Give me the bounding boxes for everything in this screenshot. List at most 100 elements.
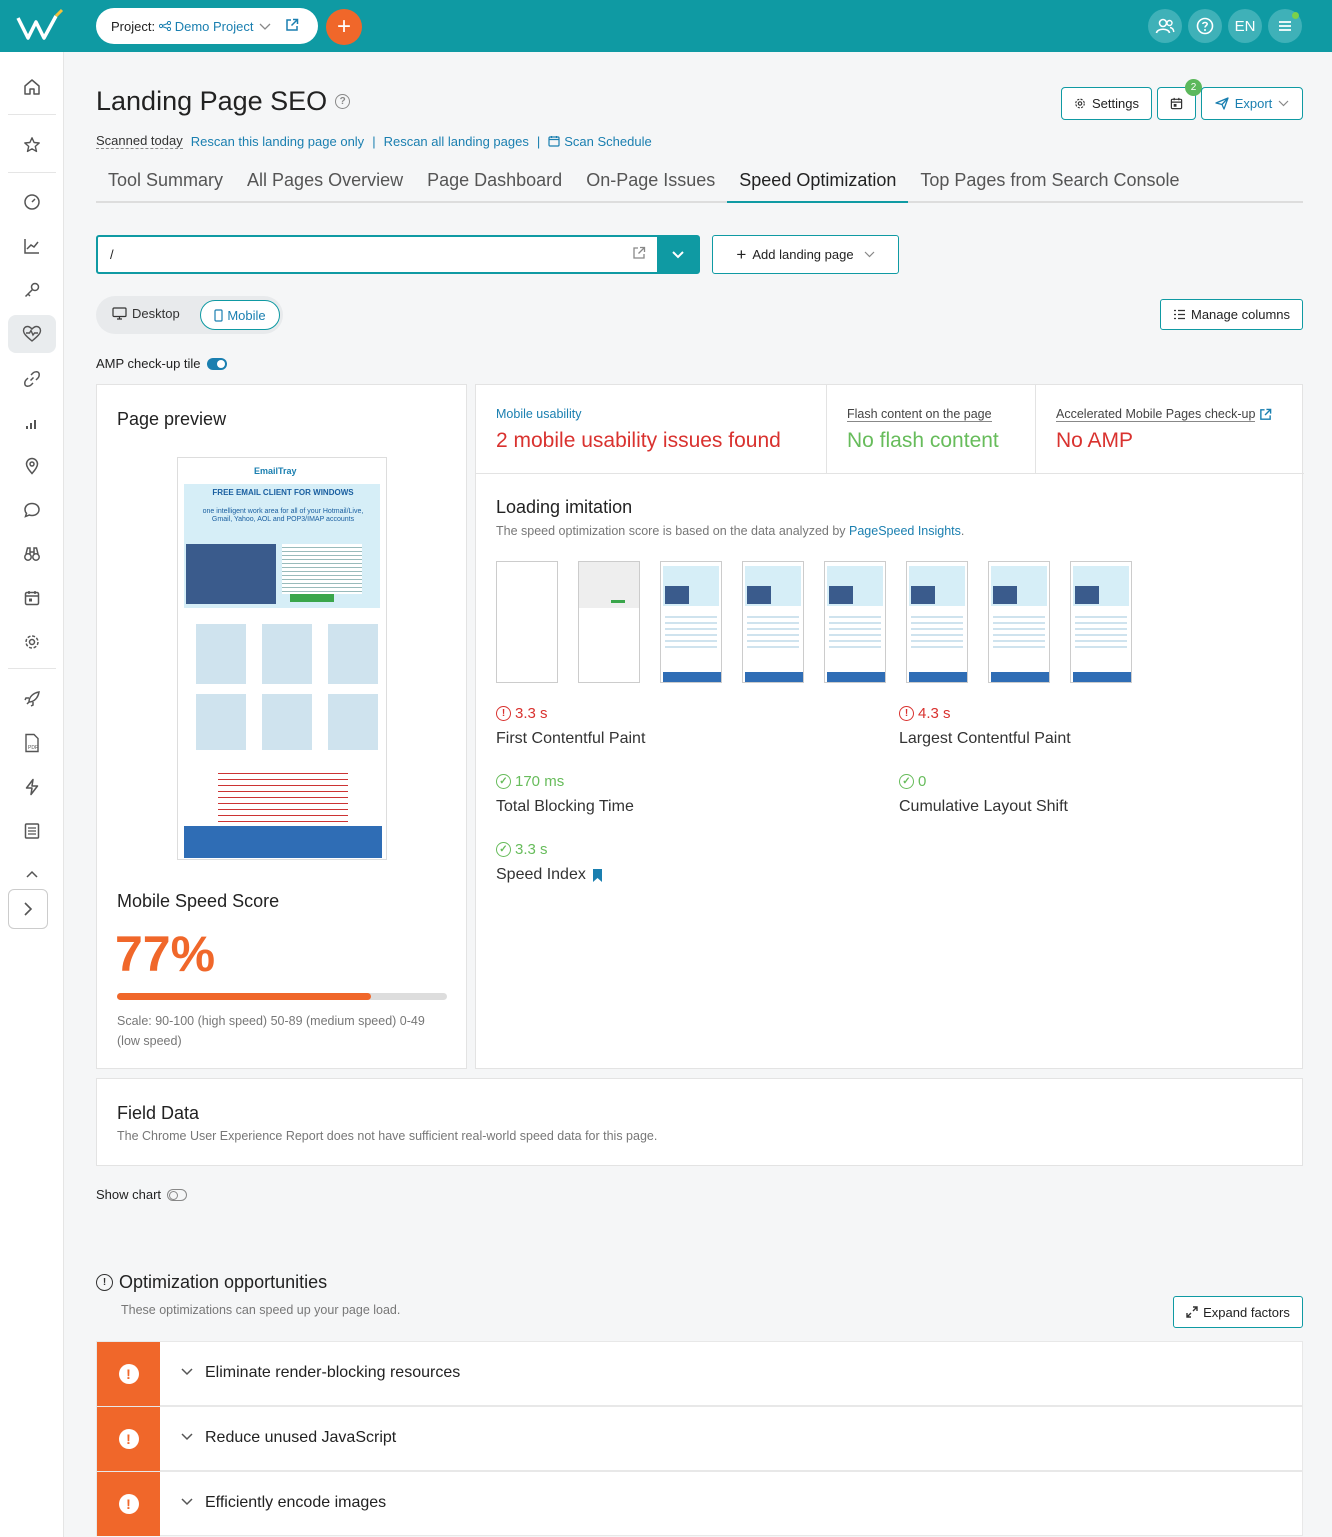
chevron-down-icon[interactable]: [181, 1429, 193, 1444]
language-button[interactable]: EN: [1228, 9, 1262, 43]
menu-icon[interactable]: [1268, 9, 1302, 43]
pagespeed-link[interactable]: PageSpeed Insights: [849, 524, 961, 538]
notification-badge: 2: [1185, 79, 1202, 96]
opportunity-row[interactable]: ! Efficiently encode images: [96, 1471, 1303, 1536]
warning-icon: !: [899, 706, 914, 721]
settings-button[interactable]: Settings: [1061, 87, 1152, 120]
optimization-desc: These optimizations can speed up your pa…: [121, 1303, 401, 1317]
rocket-icon[interactable]: [8, 680, 56, 718]
sidebar: PDF: [0, 52, 64, 1537]
opportunity-row[interactable]: ! Reduce unused JavaScript: [96, 1406, 1303, 1471]
rescan-all-link[interactable]: Rescan all landing pages: [384, 134, 529, 149]
users-icon[interactable]: [1148, 9, 1182, 43]
warning-flag: !: [97, 1342, 160, 1406]
columns-icon: [1174, 309, 1185, 320]
expand-icon: [1186, 1306, 1198, 1318]
opportunity-row[interactable]: ! Eliminate render-blocking resources: [96, 1341, 1303, 1406]
chevron-down-icon[interactable]: [181, 1494, 193, 1509]
warning-flag: !: [97, 1407, 160, 1471]
si-value: 3.3 s: [515, 841, 548, 858]
mobile-speed-title: Mobile Speed Score: [117, 891, 280, 911]
scanned-status: Scanned today: [96, 133, 183, 149]
filmstrip: [496, 561, 1132, 683]
fcp-value: 3.3 s: [515, 705, 548, 722]
project-label: Project:: [111, 18, 156, 34]
page-preview-title: Page preview: [117, 409, 227, 429]
project-selector[interactable]: Project: Demo Project: [96, 8, 318, 44]
landing-page-selector[interactable]: /: [96, 235, 700, 274]
help-icon[interactable]: ?: [335, 94, 351, 109]
rescan-page-link[interactable]: Rescan this landing page only: [191, 134, 364, 149]
warning-icon: !: [118, 1429, 139, 1449]
app-logo[interactable]: [16, 8, 64, 44]
list-icon[interactable]: [8, 812, 56, 850]
share-icon: [158, 20, 172, 31]
location-icon[interactable]: [8, 447, 56, 485]
page-preview-card: Page preview EmailTray FREE EMAIL CLIENT…: [96, 384, 467, 1069]
scan-schedule-link[interactable]: Scan Schedule: [548, 134, 652, 149]
home-icon[interactable]: [8, 68, 56, 106]
mobile-usability-value: 2 mobile usability issues found: [496, 429, 781, 452]
external-link-icon: [1260, 408, 1272, 420]
field-data-card: Field Data The Chrome User Experience Re…: [96, 1078, 1303, 1166]
expand-sidebar-button[interactable]: [8, 889, 48, 929]
bars-icon[interactable]: [8, 404, 56, 442]
chevron-down-icon: [1278, 100, 1289, 107]
external-link-icon[interactable]: [632, 246, 646, 263]
fcp-name: First Contentful Paint: [496, 730, 646, 747]
show-chart-switch[interactable]: [167, 1188, 188, 1201]
lcp-value: 4.3 s: [918, 705, 951, 722]
help-icon[interactable]: [1188, 9, 1222, 43]
chevron-down-icon[interactable]: [657, 237, 698, 272]
binoculars-icon[interactable]: [8, 535, 56, 573]
tab-page-dashboard[interactable]: Page Dashboard: [415, 166, 574, 203]
opportunity-label: Efficiently encode images: [205, 1494, 387, 1511]
speed-progress-bar: [117, 993, 447, 1000]
page-title: Landing Page SEO ?: [96, 86, 351, 117]
mobile-option[interactable]: Mobile: [200, 300, 280, 330]
speed-progress-fill: [117, 993, 372, 1000]
desktop-icon: [112, 307, 127, 320]
desktop-option[interactable]: Desktop: [112, 306, 180, 321]
gear-icon[interactable]: [8, 623, 56, 661]
optimization-title: ! Optimization opportunities: [96, 1272, 327, 1293]
amp-tile-switch[interactable]: [206, 357, 227, 370]
mobile-usability-label[interactable]: Mobile usability: [496, 407, 581, 421]
amp-value: No AMP: [1056, 429, 1134, 452]
calendar-icon[interactable]: [8, 579, 56, 617]
pdf-icon[interactable]: PDF: [8, 724, 56, 762]
manage-columns-button[interactable]: Manage columns: [1160, 299, 1303, 330]
star-icon[interactable]: [8, 126, 56, 164]
tab-speed-optimization[interactable]: Speed Optimization: [727, 166, 909, 203]
chart-icon[interactable]: [8, 227, 56, 265]
loading-imitation-title: Loading imitation: [496, 497, 633, 517]
warning-icon: !: [496, 706, 511, 721]
bookmark-icon[interactable]: [592, 868, 603, 883]
speed-scale-text: Scale: 90-100 (high speed) 50-89 (medium…: [117, 1014, 425, 1048]
calendar-button[interactable]: 2: [1157, 79, 1202, 120]
cls-value: 0: [918, 773, 927, 790]
chevron-down-icon: [864, 251, 874, 258]
chevron-down-icon[interactable]: [181, 1364, 193, 1379]
dashboard-icon[interactable]: [8, 183, 56, 221]
amp-label[interactable]: Accelerated Mobile Pages check-up: [1056, 407, 1272, 422]
chat-icon[interactable]: [8, 491, 56, 529]
tab-all-pages-overview[interactable]: All Pages Overview: [235, 166, 415, 203]
add-button[interactable]: +: [326, 9, 362, 45]
flash-content-tile: Flash content on the page No flash conte…: [827, 385, 1036, 474]
tbt-name: Total Blocking Time: [496, 798, 634, 815]
chevron-up-icon[interactable]: [8, 855, 56, 893]
tab-tool-summary[interactable]: Tool Summary: [96, 166, 235, 203]
add-landing-page-button[interactable]: + Add landing page: [712, 235, 899, 274]
expand-factors-button[interactable]: Expand factors: [1173, 1296, 1303, 1328]
tab-on-page-issues[interactable]: On-Page Issues: [574, 166, 727, 203]
export-button[interactable]: Export: [1201, 87, 1303, 120]
scan-row: Scanned today Rescan this landing page o…: [96, 133, 652, 149]
key-icon[interactable]: [8, 271, 56, 309]
link-icon[interactable]: [8, 360, 56, 398]
check-icon: ✓: [496, 842, 511, 857]
tab-top-pages-search-console[interactable]: Top Pages from Search Console: [908, 166, 1191, 203]
lightning-icon[interactable]: [8, 768, 56, 806]
health-icon[interactable]: [8, 315, 56, 353]
external-link-icon[interactable]: [285, 18, 299, 35]
